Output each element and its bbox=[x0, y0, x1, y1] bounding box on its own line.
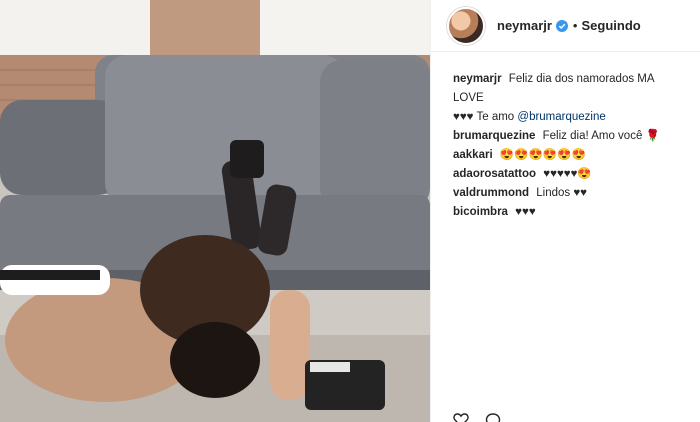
comment-text: ♥♥♥♥♥😍 bbox=[543, 168, 592, 180]
list-item: aakkari 😍😍😍😍😍😍 bbox=[453, 146, 684, 165]
post-header: neymarjr • Seguindo bbox=[431, 0, 700, 52]
comment-text: Feliz dia! Amo você 🌹 bbox=[542, 130, 660, 142]
post-photo[interactable] bbox=[0, 0, 430, 422]
photo-image bbox=[0, 0, 430, 422]
comment-text: Lindos ♥♥ bbox=[536, 187, 587, 199]
post-actions bbox=[453, 412, 501, 422]
caption-text-line2: ♥♥♥ Te amo bbox=[453, 111, 515, 123]
caption-username[interactable]: neymarjr bbox=[453, 73, 502, 85]
list-item: brumarquezine Feliz dia! Amo você 🌹 bbox=[453, 127, 684, 146]
comment-username[interactable]: valdrummond bbox=[453, 187, 529, 199]
header-username[interactable]: neymarjr bbox=[497, 18, 552, 33]
avatar[interactable] bbox=[447, 6, 485, 45]
comment-username[interactable]: aakkari bbox=[453, 149, 493, 161]
verified-badge-icon bbox=[555, 19, 568, 32]
following-button[interactable]: Seguindo bbox=[581, 18, 640, 33]
post-side-panel: neymarjr • Seguindo neymarjr Feliz dia d… bbox=[430, 0, 700, 422]
header-separator: • bbox=[572, 18, 578, 33]
comment-text: 😍😍😍😍😍😍 bbox=[499, 149, 586, 161]
caption-mention-link[interactable]: @brumarquezine bbox=[517, 111, 605, 123]
comments-list: neymarjr Feliz dia dos namorados MA LOVE… bbox=[431, 52, 700, 222]
comment-username[interactable]: brumarquezine bbox=[453, 130, 535, 142]
list-item: adaorosatattoo ♥♥♥♥♥😍 bbox=[453, 165, 684, 184]
heart-icon[interactable] bbox=[453, 412, 469, 422]
comment-icon[interactable] bbox=[485, 412, 501, 422]
caption: neymarjr Feliz dia dos namorados MA LOVE… bbox=[453, 70, 684, 127]
comment-username[interactable]: bicoimbra bbox=[453, 206, 508, 218]
comment-username[interactable]: adaorosatattoo bbox=[453, 168, 536, 180]
list-item: valdrummond Lindos ♥♥ bbox=[453, 184, 684, 203]
comment-text: ♥♥♥ bbox=[515, 206, 536, 218]
list-item: bicoimbra ♥♥♥ bbox=[453, 203, 684, 222]
